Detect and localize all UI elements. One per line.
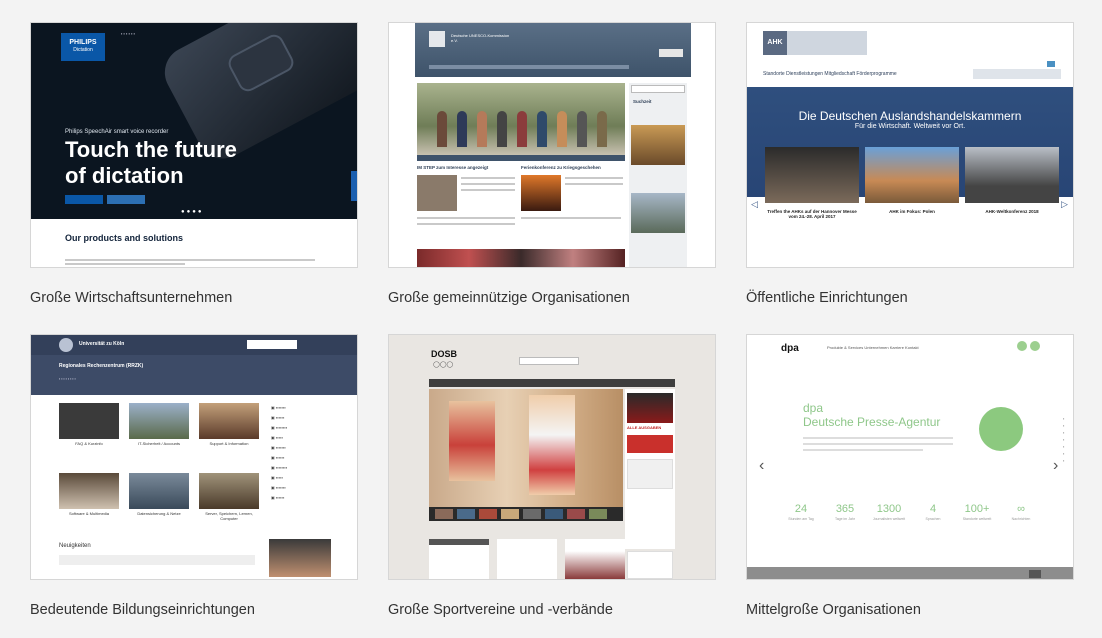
university-seal <box>59 338 73 352</box>
screenshot-unesco-website[interactable]: Deutsche UNESCO-Kommission e.V. IM STEP … <box>388 22 716 268</box>
social-icons: ▪ ▪ ▪ ▪ ▪ ▪ ▪ <box>1063 416 1065 463</box>
card-caption[interactable]: Öffentliche Einrichtungen <box>746 290 908 306</box>
dpa-headline: dpa Deutsche Presse-Agentur <box>803 401 941 429</box>
card-caption[interactable]: Große Wirtschaftsunternehmen <box>30 290 232 306</box>
screenshot-university-website[interactable]: Universität zu Köln Regionales Rechenzen… <box>30 334 358 580</box>
chevron-right-icon: › <box>1053 457 1059 474</box>
card-caption[interactable]: Große Sportvereine und -verbände <box>388 602 613 618</box>
hero-headline: Touch the future of dictation <box>65 137 237 188</box>
chevron-left-icon: ‹ <box>759 457 765 474</box>
screenshot-philips-website[interactable]: PHILIPS Dictation ▪ ▪ ▪ ▪ ▪ ▪ Philips Spe… <box>30 22 358 268</box>
chevron-left-icon: ◁ <box>751 199 758 209</box>
info-circle <box>979 407 1023 451</box>
search-input <box>247 340 297 349</box>
hero-button-primary <box>65 195 103 204</box>
carousel-dots: ●●●● <box>181 209 204 215</box>
philips-logo: PHILIPS Dictation <box>61 33 105 61</box>
unesco-logo <box>429 31 445 47</box>
screenshot-ahk-website[interactable]: AHK Standorte Dienstleistungen Mitglieds… <box>746 22 1074 268</box>
chevron-right-icon: ▷ <box>1061 199 1068 209</box>
cookie-banner <box>747 567 1073 579</box>
search-input <box>973 69 1061 79</box>
screenshot-dosb-website[interactable]: DOSB ◯◯◯ ALLE AUSGABEN <box>388 334 716 580</box>
search-input <box>631 85 685 93</box>
card-caption[interactable]: Bedeutende Bildungseinrichtungen <box>30 602 255 618</box>
card-caption[interactable]: Mittelgroße Organisationen <box>746 602 921 618</box>
screenshot-dpa-website[interactable]: dpa Produkte & Services Unternehmen Karr… <box>746 334 1074 580</box>
search-input <box>519 357 579 365</box>
olympic-rings-icon: ◯◯◯ <box>433 362 454 368</box>
card-caption[interactable]: Große gemeinnützige Organisationen <box>388 290 630 306</box>
group-photo <box>417 83 625 155</box>
hero-button-secondary <box>107 195 145 204</box>
